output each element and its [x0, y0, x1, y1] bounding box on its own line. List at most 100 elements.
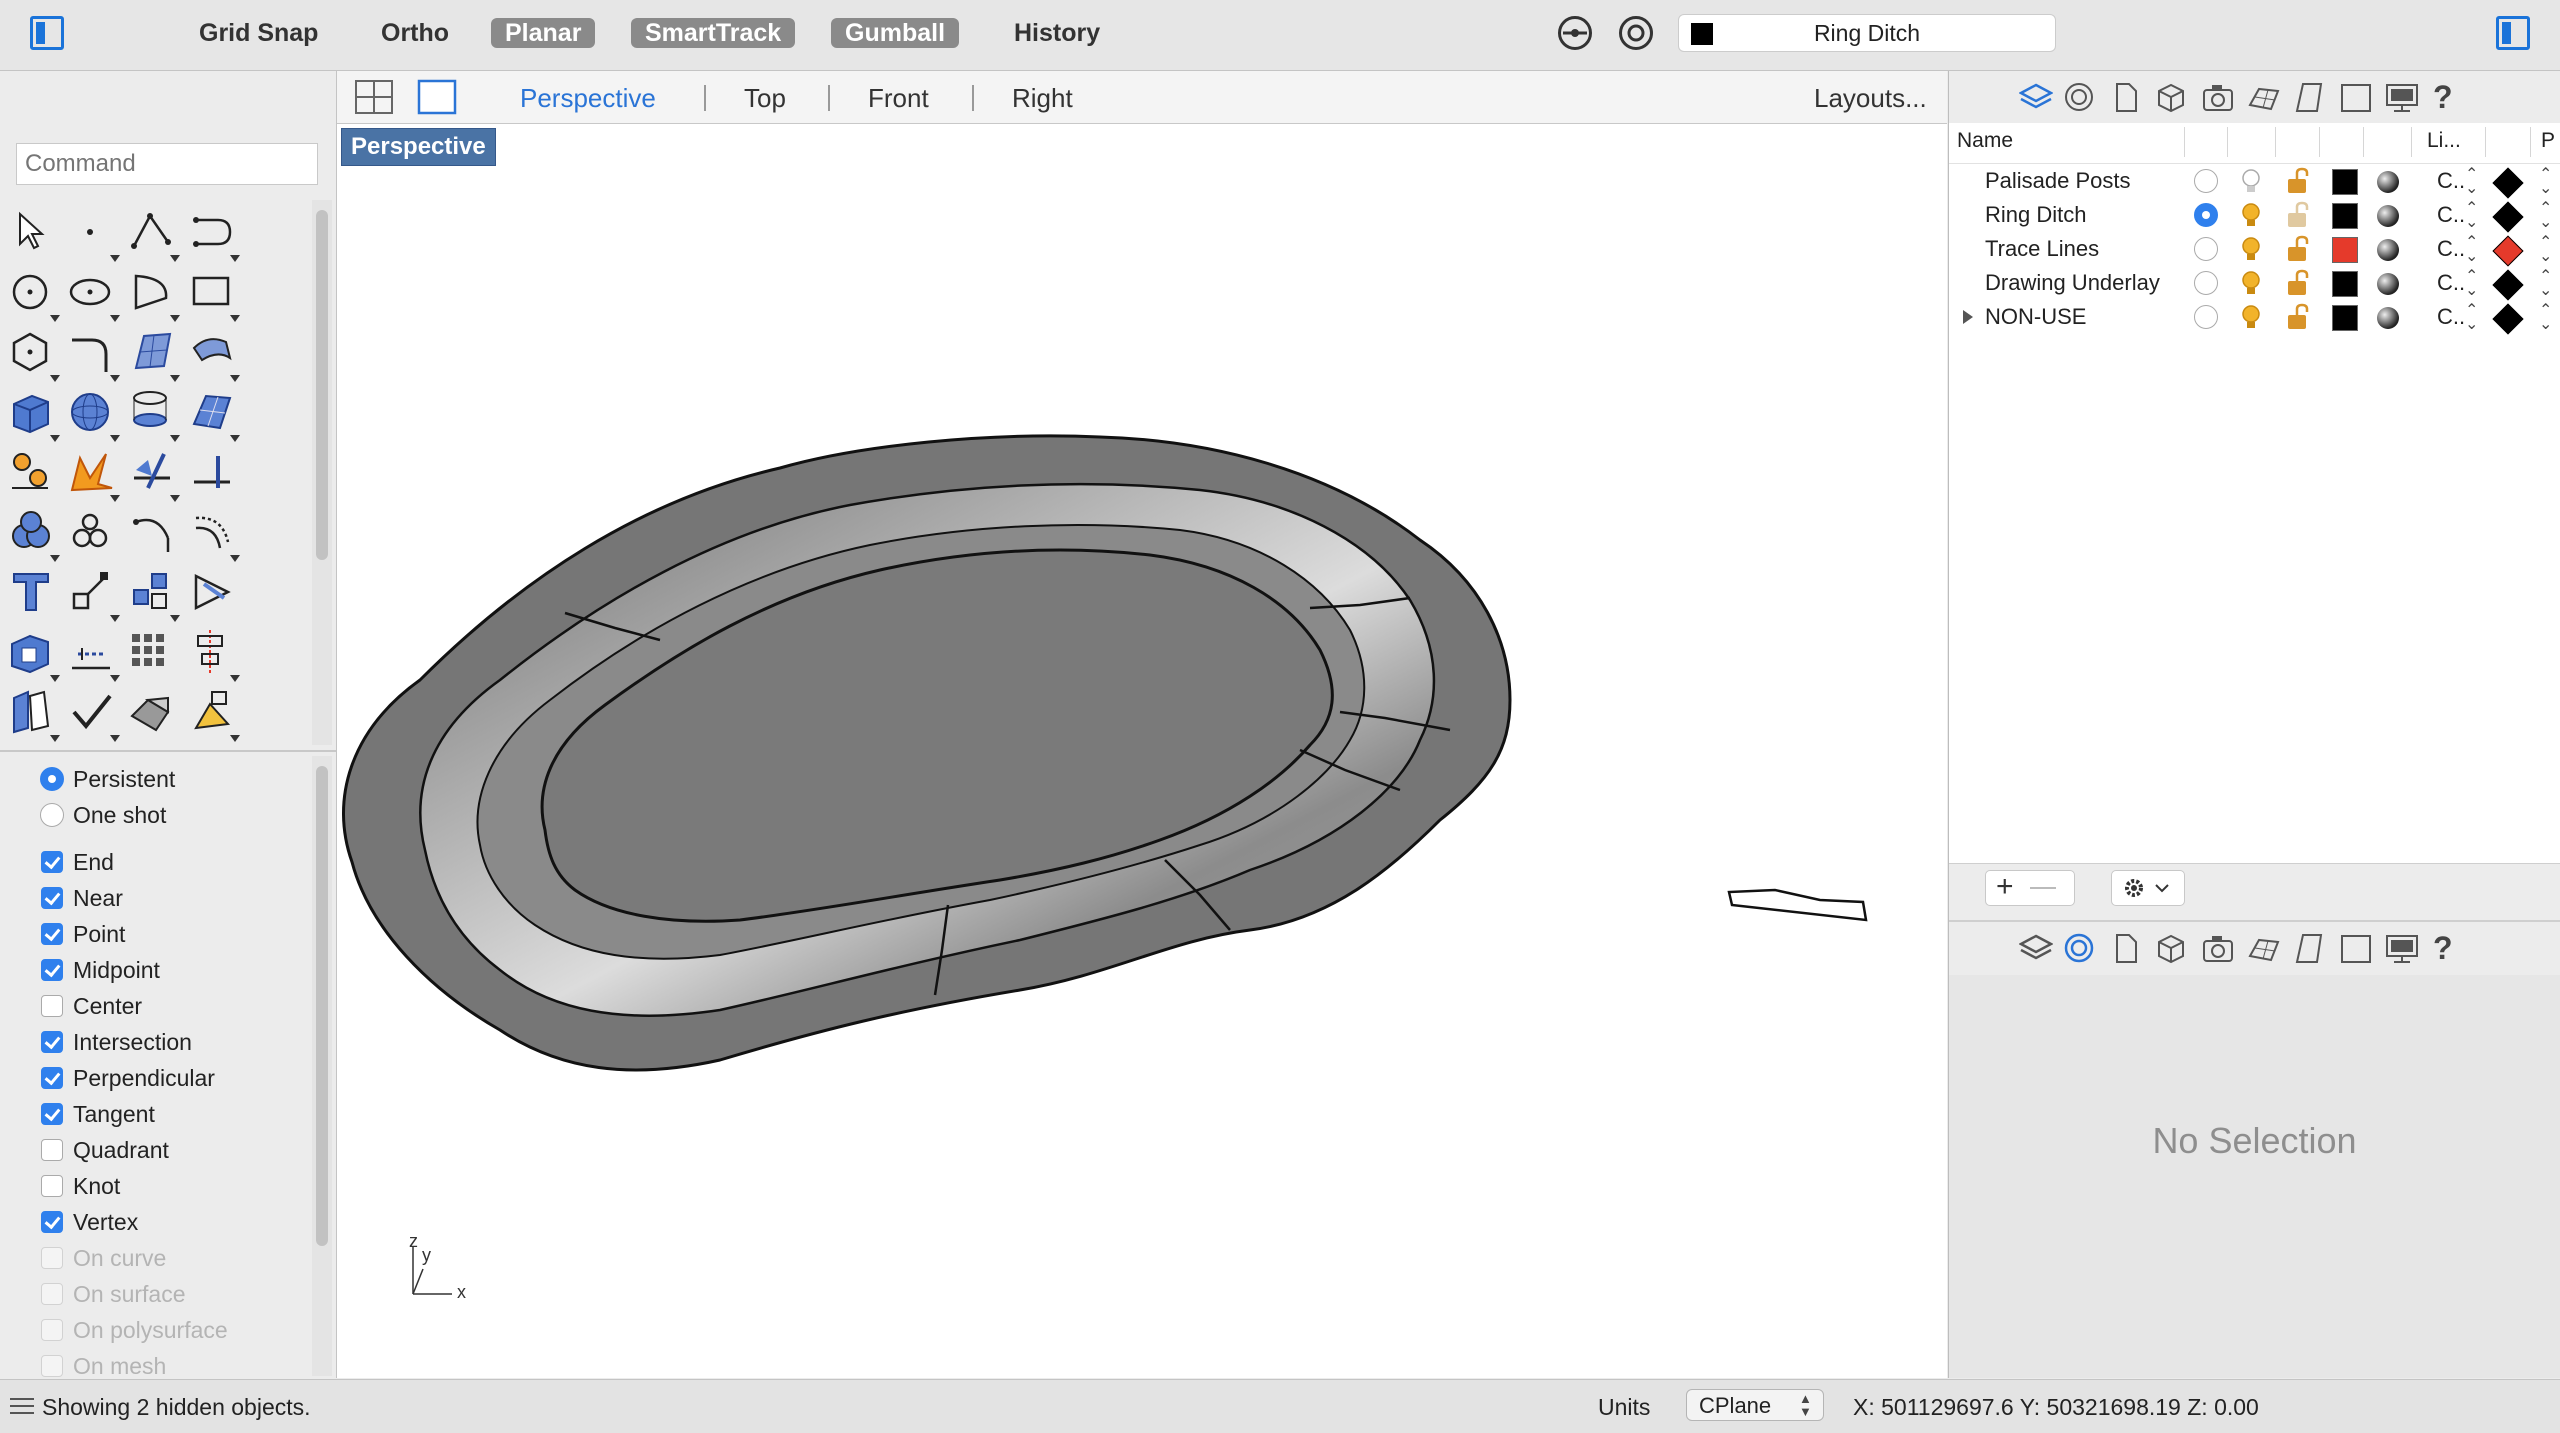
single-viewport-icon[interactable]	[417, 79, 457, 115]
visibility-bulb-icon[interactable]	[2239, 167, 2263, 197]
units-button[interactable]: Units	[1598, 1394, 1650, 1420]
layers-panel-icon[interactable]	[2018, 932, 2054, 962]
layer-linetype[interactable]: C..	[2437, 302, 2465, 332]
osnap-checkbox-knot[interactable]	[41, 1175, 63, 1197]
rectangle-tool-icon[interactable]	[188, 268, 240, 322]
layer-row[interactable]: Palisade Posts C.. ⌃ ⌄ ⌃ ⌄	[1949, 165, 2560, 199]
layer-linetype[interactable]: C..	[2437, 268, 2465, 298]
layer-name[interactable]: Drawing Underlay	[1985, 268, 2160, 298]
gumball-toggle[interactable]: Gumball	[831, 18, 960, 48]
materials-panel-icon[interactable]	[2155, 81, 2185, 113]
named-views-panel-icon[interactable]	[2201, 81, 2233, 111]
lock-icon[interactable]	[2285, 235, 2311, 265]
layer-color-swatch[interactable]	[2332, 305, 2358, 331]
osnap-checkbox-on-mesh[interactable]	[41, 1355, 63, 1377]
light-tool-icon[interactable]	[188, 688, 240, 742]
offset-curve-icon[interactable]	[188, 508, 240, 562]
solid-tools-icon[interactable]	[8, 628, 60, 682]
curve-tool-icon[interactable]	[188, 208, 240, 262]
surface-tool-icon[interactable]	[128, 328, 180, 382]
array-tool-icon[interactable]	[128, 568, 180, 622]
expand-triangle-icon[interactable]	[1963, 310, 1973, 324]
split-tool-icon[interactable]	[188, 448, 236, 496]
osnap-checkbox-perpendicular[interactable]	[41, 1067, 63, 1089]
text-tool-icon[interactable]	[8, 568, 56, 616]
layer-linetype[interactable]: C..	[2437, 200, 2465, 230]
named-cplanes-panel-icon[interactable]	[2247, 932, 2280, 962]
align-tool-icon[interactable]	[188, 628, 240, 682]
four-viewports-icon[interactable]	[354, 79, 394, 115]
display-panel-icon[interactable]	[2339, 932, 2371, 963]
sphere-solid-icon[interactable]	[68, 388, 120, 442]
layer-color-swatch[interactable]	[2332, 169, 2358, 195]
display-panel-icon[interactable]	[2339, 81, 2371, 112]
column-header-print[interactable]: P	[2541, 129, 2555, 153]
print-color-diamond-icon[interactable]	[2492, 167, 2524, 199]
lock-icon[interactable]	[2285, 269, 2311, 299]
layer-color-swatch[interactable]	[2332, 271, 2358, 297]
ring-ditch-model[interactable]	[342, 434, 1512, 1072]
material-sphere-icon[interactable]	[2377, 307, 2399, 329]
ortho-toggle[interactable]: Ortho	[367, 18, 463, 48]
boolean-union-icon[interactable]	[8, 508, 60, 562]
osnap-scroll-thumb[interactable]	[316, 766, 328, 1246]
arc-tool-icon[interactable]	[128, 268, 180, 322]
print-color-diamond-icon[interactable]	[2492, 303, 2524, 335]
material-sphere-icon[interactable]	[2377, 205, 2399, 227]
osnap-checkbox-on-curve[interactable]	[41, 1247, 63, 1269]
fillet-curves-icon[interactable]	[68, 328, 120, 382]
layer-color-swatch[interactable]	[2332, 203, 2358, 229]
right-panel-toggle-icon[interactable]	[2496, 16, 2530, 50]
polyline-tool-icon[interactable]	[128, 208, 180, 262]
layer-row[interactable]: Drawing Underlay C.. ⌃ ⌄ ⌃ ⌄	[1949, 267, 2560, 301]
select-tool-icon[interactable]	[8, 208, 56, 256]
history-toggle[interactable]: History	[1000, 18, 1114, 48]
polygon-tool-icon[interactable]	[8, 328, 60, 382]
trace-line-curve[interactable]	[1727, 888, 1868, 922]
properties-panel-icon[interactable]	[2063, 81, 2093, 111]
mesh-tool-icon[interactable]	[188, 388, 240, 442]
material-sphere-icon[interactable]	[2377, 239, 2399, 261]
column-header-name[interactable]: Name	[1957, 129, 2013, 153]
drafting-tools-icon[interactable]	[8, 448, 56, 496]
visibility-bulb-icon[interactable]	[2239, 201, 2263, 231]
print-color-diamond-icon[interactable]	[2492, 235, 2524, 267]
loft-surface-icon[interactable]	[188, 328, 240, 382]
osnap-checkbox-point[interactable]	[41, 923, 63, 945]
materials-panel-icon[interactable]	[2155, 932, 2185, 964]
record-history-icon[interactable]	[1619, 16, 1653, 50]
column-header-linetype[interactable]: Li...	[2427, 129, 2461, 153]
osnap-toggle-icon[interactable]	[1558, 16, 1592, 50]
current-layer-radio[interactable]	[2194, 237, 2218, 261]
command-input[interactable]	[16, 143, 318, 185]
lock-icon[interactable]	[2285, 201, 2311, 231]
check-tool-icon[interactable]	[68, 688, 120, 742]
tool-palette-scroll-thumb[interactable]	[316, 210, 328, 560]
tool-palette-scrollbar[interactable]	[312, 200, 332, 745]
current-layer-radio[interactable]	[2194, 203, 2218, 227]
layer-options-button[interactable]	[2111, 870, 2185, 906]
persistent-radio[interactable]	[40, 767, 64, 791]
osnap-checkbox-midpoint[interactable]	[41, 959, 63, 981]
print-width-stepper-icon[interactable]: ⌃ ⌄	[2539, 303, 2552, 333]
print-width-stepper-icon[interactable]: ⌃ ⌄	[2539, 201, 2552, 231]
left-panel-toggle-icon[interactable]	[30, 16, 64, 50]
render-panel-icon[interactable]	[2385, 932, 2418, 963]
scale-tool-icon[interactable]	[68, 568, 120, 622]
osnap-checkbox-quadrant[interactable]	[41, 1139, 63, 1161]
perspective-viewport[interactable]: z y x	[337, 124, 1947, 1378]
point-tool-icon[interactable]	[68, 208, 120, 262]
properties-panel-icon[interactable]	[2063, 932, 2094, 963]
layouts-button[interactable]: Layouts...	[1814, 83, 1927, 113]
explode-tool-icon[interactable]	[68, 448, 120, 502]
visibility-bulb-icon[interactable]	[2239, 303, 2263, 333]
linetype-stepper-icon[interactable]: ⌃ ⌄	[2465, 303, 2478, 333]
planar-toggle[interactable]: Planar	[491, 18, 596, 48]
cplane-selector[interactable]: CPlane ▲ ▼	[1686, 1389, 1824, 1421]
rotate-tool-icon[interactable]	[128, 508, 176, 556]
viewport-title-label[interactable]: Perspective	[341, 128, 496, 166]
osnap-checkbox-intersection[interactable]	[41, 1031, 63, 1053]
print-width-stepper-icon[interactable]: ⌃ ⌄	[2539, 269, 2552, 299]
grid-snap-toggle[interactable]: Grid Snap	[185, 18, 332, 48]
material-sphere-icon[interactable]	[2377, 171, 2399, 193]
